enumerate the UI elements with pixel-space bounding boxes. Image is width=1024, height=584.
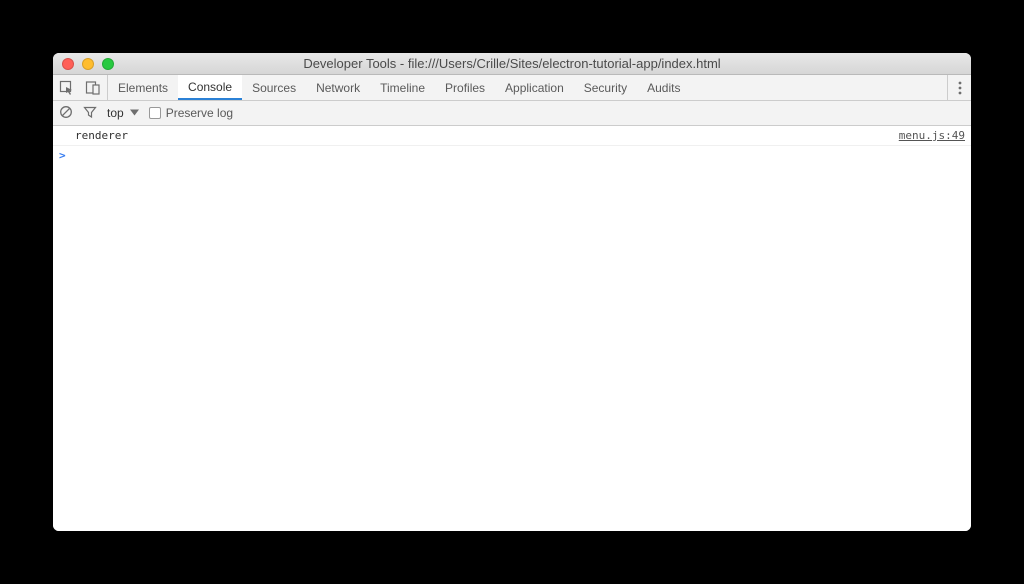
chevron-down-icon	[130, 106, 139, 120]
tab-network[interactable]: Network	[306, 75, 370, 100]
tab-label: Application	[505, 81, 564, 95]
tab-application[interactable]: Application	[495, 75, 574, 100]
devtools-window: Developer Tools - file:///Users/Crille/S…	[53, 53, 971, 531]
tab-label: Audits	[647, 81, 680, 95]
more-options-button[interactable]	[947, 75, 971, 100]
tab-label: Elements	[118, 81, 168, 95]
tab-sources[interactable]: Sources	[242, 75, 306, 100]
tab-label: Network	[316, 81, 360, 95]
log-row: renderer menu.js:49	[53, 126, 971, 146]
console-prompt[interactable]: >	[53, 146, 971, 165]
log-source-link[interactable]: menu.js:49	[899, 129, 965, 142]
tab-label: Security	[584, 81, 627, 95]
window-title: Developer Tools - file:///Users/Crille/S…	[53, 56, 971, 71]
toolbar-spacer	[690, 75, 947, 100]
tab-security[interactable]: Security	[574, 75, 637, 100]
toolbar-left-icons	[53, 75, 108, 100]
tab-console[interactable]: Console	[178, 75, 242, 100]
maximize-window-button[interactable]	[102, 58, 114, 70]
main-toolbar: Elements Console Sources Network Timelin…	[53, 75, 971, 101]
minimize-window-button[interactable]	[82, 58, 94, 70]
kebab-icon	[958, 81, 962, 95]
clear-console-icon[interactable]	[59, 105, 73, 122]
log-message: renderer	[75, 129, 899, 142]
close-window-button[interactable]	[62, 58, 74, 70]
prompt-caret-icon: >	[59, 149, 66, 162]
tab-elements[interactable]: Elements	[108, 75, 178, 100]
panel-tabs: Elements Console Sources Network Timelin…	[108, 75, 690, 100]
tab-profiles[interactable]: Profiles	[435, 75, 495, 100]
console-toolbar: top Preserve log	[53, 101, 971, 126]
execution-context-selector[interactable]: top	[107, 106, 139, 120]
preserve-log-label: Preserve log	[166, 106, 233, 120]
tab-label: Profiles	[445, 81, 485, 95]
titlebar: Developer Tools - file:///Users/Crille/S…	[53, 53, 971, 75]
tab-label: Console	[188, 80, 232, 94]
preserve-log-checkbox[interactable]	[149, 107, 161, 119]
inspect-element-icon[interactable]	[59, 80, 75, 96]
context-label: top	[107, 106, 124, 120]
traffic-lights	[53, 58, 114, 70]
tab-timeline[interactable]: Timeline	[370, 75, 435, 100]
console-output: renderer menu.js:49 >	[53, 126, 971, 531]
tab-label: Sources	[252, 81, 296, 95]
filter-icon[interactable]	[83, 105, 97, 122]
tab-label: Timeline	[380, 81, 425, 95]
device-toggle-icon[interactable]	[85, 80, 101, 96]
preserve-log-toggle[interactable]: Preserve log	[149, 106, 233, 120]
tab-audits[interactable]: Audits	[637, 75, 690, 100]
